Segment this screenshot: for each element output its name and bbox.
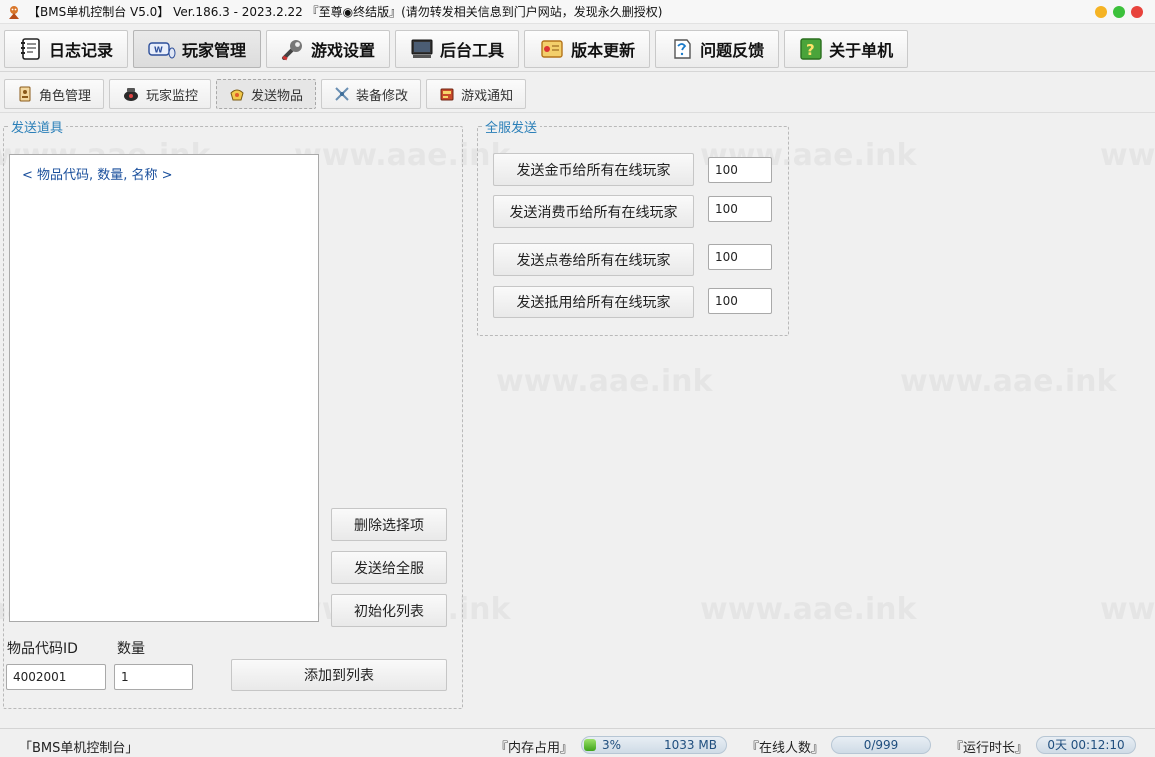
item-list-header: < 物品代码, 数量, 名称 > — [22, 168, 173, 183]
sub-tab-divider — [0, 112, 1155, 113]
subtab-send-items[interactable]: 发送物品 — [216, 79, 317, 109]
send-all-server-button[interactable]: 发送给全服 — [331, 551, 447, 584]
memory-usage-fill — [584, 739, 596, 751]
subtab-player-monitor-label: 玩家监控 — [146, 88, 199, 104]
watermark: www.aae.ink — [496, 364, 712, 399]
quantity-input[interactable]: 1 — [114, 664, 193, 690]
status-online-label: 『在线人数』 — [746, 741, 825, 756]
tab-player-management-label: 玩家管理 — [182, 41, 247, 60]
app-logo-icon — [9, 5, 19, 19]
tab-log-label: 日志记录 — [49, 41, 114, 60]
svg-text:W: W — [154, 46, 163, 55]
send-items-group-title: 发送道具 — [8, 117, 67, 136]
watermark: www.aae.ink — [1100, 592, 1155, 627]
minimize-button[interactable] — [1095, 6, 1107, 18]
gold-amount-input[interactable]: 100 — [708, 157, 772, 183]
watermark: www.aae.ink — [700, 592, 916, 627]
watermark: www.aae.ink — [1100, 138, 1155, 173]
watermark: www.aae.ink — [900, 364, 1116, 399]
add-to-list-button[interactable]: 添加到列表 — [231, 659, 447, 691]
runtime-bar: 0天 00:12:10 — [1036, 736, 1136, 754]
status-memory-label: 『内存占用』 — [495, 741, 574, 756]
status-runtime-label: 『运行时长』 — [950, 741, 1029, 756]
online-count: 0/999 — [863, 738, 899, 752]
feedback-icon — [674, 39, 691, 59]
server-send-group-title: 全服发送 — [482, 117, 541, 136]
init-list-button[interactable]: 初始化列表 — [331, 594, 447, 627]
subtab-equipment-modify[interactable]: 装备修改 — [321, 79, 422, 109]
gift-icon — [230, 89, 244, 101]
tab-feedback[interactable]: 问题反馈 — [655, 30, 780, 68]
window-title: 【BMS单机控制台 V5.0】 Ver.186.3 - 2023.2.22 『至… — [28, 5, 663, 19]
tab-game-settings[interactable]: 游戏设置 — [266, 30, 391, 68]
maximize-button[interactable] — [1113, 6, 1125, 18]
close-button[interactable] — [1131, 6, 1143, 18]
status-app-name: 「BMS单机控制台」 — [19, 741, 139, 756]
scroll-icon — [541, 40, 563, 58]
voucher-amount-input[interactable]: 100 — [708, 288, 772, 314]
runtime-value: 0天 00:12:10 — [1047, 738, 1125, 752]
notice-icon — [440, 88, 454, 101]
send-gold-button[interactable]: 发送金币给所有在线玩家 — [493, 153, 694, 186]
subtab-equipment-label: 装备修改 — [356, 88, 409, 104]
tab-about-label: 关于单机 — [829, 41, 894, 60]
character-icon — [19, 86, 31, 102]
keyboard-mouse-icon: W — [148, 42, 176, 59]
tab-feedback-label: 问题反馈 — [700, 41, 765, 60]
status-bar: 「BMS单机控制台」 『内存占用』 3% 1033 MB 『在线人数』 0/99… — [0, 728, 1155, 757]
help-icon: ? — [800, 38, 822, 60]
equipment-icon — [335, 87, 349, 101]
online-count-bar: 0/999 — [831, 736, 931, 754]
send-voucher-button[interactable]: 发送抵用给所有在线玩家 — [493, 286, 694, 318]
send-consume-coin-button[interactable]: 发送消费币给所有在线玩家 — [493, 195, 694, 228]
subtab-character-management[interactable]: 角色管理 — [4, 79, 105, 109]
tab-version-update-label: 版本更新 — [571, 41, 636, 60]
memory-percent: 3% — [602, 738, 622, 752]
monitor-pot-icon — [124, 88, 139, 101]
tab-backend-tools-label: 后台工具 — [440, 41, 505, 60]
item-code-input[interactable]: 4002001 — [6, 664, 106, 690]
memory-size: 1033 MB — [664, 738, 717, 752]
notebook-icon — [21, 38, 40, 60]
monitor-icon — [411, 39, 433, 58]
svg-text:?: ? — [806, 41, 815, 59]
tab-backend-tools[interactable]: 后台工具 — [395, 30, 520, 68]
tab-player-management[interactable]: W 玩家管理 — [133, 30, 262, 68]
main-tab-bar: 日志记录 W 玩家管理 游戏设置 后台工具 版本更新 问题反馈 ? 关于单机 — [4, 30, 909, 70]
memory-usage-bar: 3% 1033 MB — [581, 736, 727, 754]
tab-about[interactable]: ? 关于单机 — [784, 30, 909, 68]
consume-coin-amount-input[interactable]: 100 — [708, 196, 772, 222]
tab-version-update[interactable]: 版本更新 — [524, 30, 651, 68]
subtab-character-label: 角色管理 — [39, 88, 92, 104]
wrench-icon — [282, 40, 303, 61]
title-bar: 【BMS单机控制台 V5.0】 Ver.186.3 - 2023.2.22 『至… — [0, 0, 1155, 24]
item-list[interactable]: < 物品代码, 数量, 名称 > — [9, 154, 319, 622]
main-tab-divider — [0, 71, 1155, 72]
points-amount-input[interactable]: 100 — [708, 244, 772, 270]
sub-tab-bar: 角色管理 玩家监控 发送物品 装备修改 游戏通知 — [4, 79, 527, 109]
subtab-send-items-label: 发送物品 — [251, 88, 304, 104]
subtab-player-monitor[interactable]: 玩家监控 — [109, 79, 212, 109]
tab-game-settings-label: 游戏设置 — [311, 41, 376, 60]
delete-selected-button[interactable]: 删除选择项 — [331, 508, 447, 541]
send-points-button[interactable]: 发送点卷给所有在线玩家 — [493, 243, 694, 276]
subtab-game-notice-label: 游戏通知 — [461, 88, 514, 104]
tab-log[interactable]: 日志记录 — [4, 30, 129, 68]
quantity-label: 数量 — [117, 641, 145, 657]
item-code-label: 物品代码ID — [7, 641, 78, 657]
subtab-game-notice[interactable]: 游戏通知 — [426, 79, 527, 109]
